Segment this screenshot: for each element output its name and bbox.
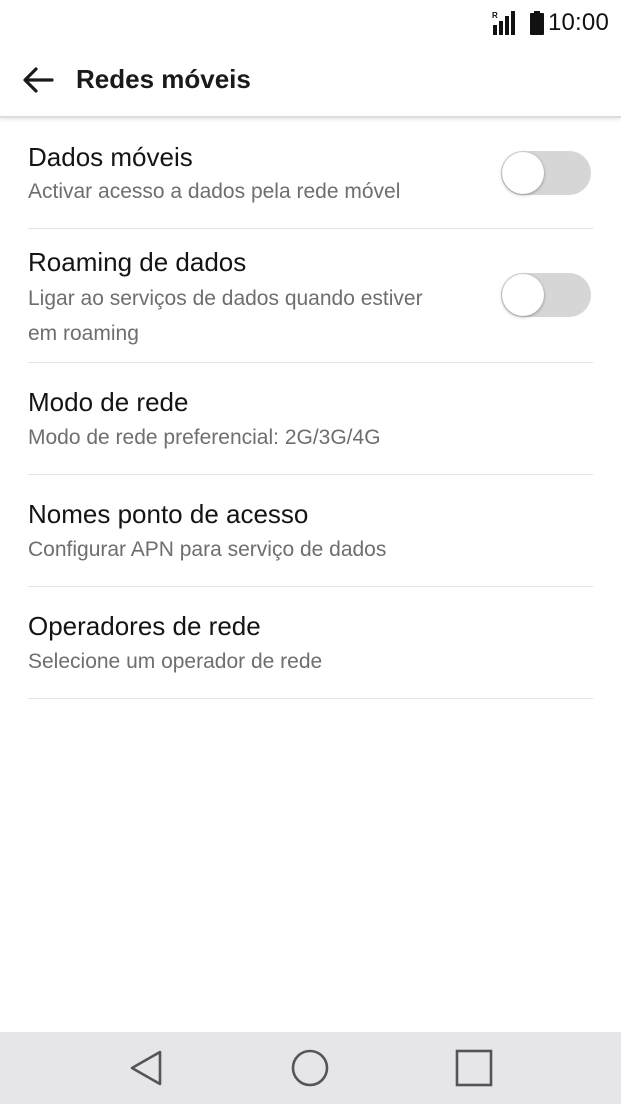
status-time: 10:00 <box>547 9 609 36</box>
navigation-bar <box>0 1032 621 1104</box>
toggle-knob <box>502 274 544 316</box>
setting-title: Operadores de rede <box>28 611 261 641</box>
signal-roaming-icon: R <box>492 11 518 35</box>
mobile-data-toggle[interactable] <box>501 151 591 195</box>
setting-mobile-data[interactable]: Dados móveis Activar acesso a dados pela… <box>28 118 593 229</box>
battery-icon <box>529 11 544 35</box>
setting-subtitle: Modo de rede preferencial: 2G/3G/4G <box>28 426 381 449</box>
circle-home-icon <box>291 1049 329 1087</box>
setting-title: Dados móveis <box>28 142 193 172</box>
mobile-networks-screen: R 10:00 Redes móveis Dados móveis Activa… <box>0 0 621 1104</box>
setting-network-mode[interactable]: Modo de rede Modo de rede preferencial: … <box>28 363 593 475</box>
back-button[interactable] <box>14 56 62 104</box>
arrow-back-icon <box>23 67 54 93</box>
nav-back-button[interactable] <box>124 1046 168 1090</box>
toggle-knob <box>502 152 544 194</box>
setting-subtitle: Ligar ao serviços de dados quando estive… <box>28 287 423 345</box>
setting-subtitle: Configurar APN para serviço de dados <box>28 538 387 561</box>
setting-subtitle: Activar acesso a dados pela rede móvel <box>28 180 401 203</box>
nav-recents-button[interactable] <box>452 1046 496 1090</box>
setting-network-operators[interactable]: Operadores de rede Selecione um operador… <box>28 587 593 699</box>
page-title: Redes móveis <box>76 64 251 94</box>
triangle-back-icon <box>130 1050 162 1086</box>
square-recents-icon <box>455 1049 493 1087</box>
status-indicators: R 10:00 <box>492 9 609 37</box>
nav-home-button[interactable] <box>288 1046 332 1090</box>
setting-subtitle: Selecione um operador de rede <box>28 650 323 673</box>
setting-title: Modo de rede <box>28 387 189 417</box>
roaming-indicator: R <box>492 11 498 20</box>
settings-list: Dados móveis Activar acesso a dados pela… <box>28 118 593 699</box>
setting-title: Nomes ponto de acesso <box>28 499 309 529</box>
setting-access-point-names[interactable]: Nomes ponto de acesso Configurar APN par… <box>28 475 593 587</box>
setting-data-roaming[interactable]: Roaming de dados Ligar ao serviços de da… <box>28 229 593 363</box>
status-bar: R 10:00 <box>0 0 621 44</box>
setting-title: Roaming de dados <box>28 247 247 277</box>
app-bar: Redes móveis <box>0 44 621 118</box>
data-roaming-toggle[interactable] <box>501 273 591 317</box>
